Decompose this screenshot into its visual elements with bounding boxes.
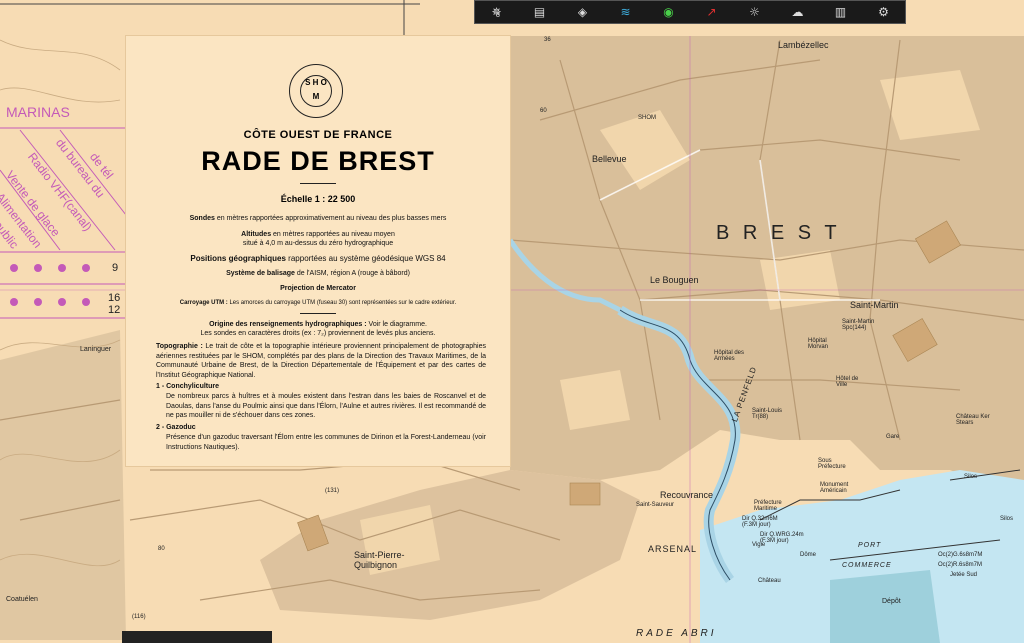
place-label: Saint-Pierre-Quilbignon bbox=[354, 550, 405, 570]
place-label: Lambézellec bbox=[778, 40, 829, 50]
place-label: Dôme bbox=[800, 552, 817, 558]
note2-title: 2 - Gazoduc bbox=[156, 424, 196, 431]
place-label: Monument Américain bbox=[820, 482, 849, 494]
place-label: Coatuélen bbox=[6, 596, 38, 603]
settings-icon[interactable]: ⚙ bbox=[869, 3, 899, 21]
note1-title: 1 - Conchyliculture bbox=[156, 383, 220, 390]
altitude-label: (116) bbox=[132, 614, 146, 620]
light-label: Oc(2)G.6s8m7M bbox=[938, 552, 983, 558]
altitude-label: 60 bbox=[540, 108, 547, 114]
altitude-label: 36 bbox=[544, 37, 551, 43]
divider bbox=[300, 313, 336, 314]
chart-title: RADE DE BREST bbox=[201, 146, 435, 176]
place-label: Silos bbox=[964, 474, 978, 480]
chart-title-cartouche: S H O M CÔTE OUEST DE FRANCE RADE DE BRE… bbox=[126, 36, 510, 466]
place-label: Saint-Martin Spc(144) bbox=[842, 319, 875, 331]
place-label: Sous Préfecture bbox=[818, 458, 846, 470]
place-label: Saint-Louis Tr(88) bbox=[752, 408, 783, 420]
buoyage-note: Système de balisage de l'AISM, région A … bbox=[226, 270, 410, 277]
place-label: SHOM bbox=[638, 115, 656, 121]
weather-cloud-icon[interactable]: ☁ bbox=[783, 3, 813, 21]
bottom-bar bbox=[122, 631, 272, 643]
origin-note: Origine des renseignements hydrographiqu… bbox=[209, 321, 427, 328]
divider bbox=[300, 183, 336, 184]
utm-note: Carroyage UTM : Les amorces du carroyage… bbox=[179, 300, 457, 306]
tide-icon[interactable]: ≋ bbox=[611, 3, 641, 21]
route-icon[interactable]: ▤ bbox=[525, 3, 555, 21]
place-label: Préfecture Maritime bbox=[754, 500, 782, 512]
place-label: Hôpital Morvan bbox=[808, 338, 829, 350]
weather-sun-icon[interactable]: ☼ bbox=[740, 3, 770, 21]
compass-badge: 3 bbox=[496, 12, 500, 19]
marinas-heading: MARINAS bbox=[6, 104, 70, 120]
chart-toolbar: ✵ ▤ ◈ ≋ ◉ ↗ ☼ ☁ ▥ ⚙ bbox=[474, 0, 906, 24]
place-label: Bellevue bbox=[592, 154, 627, 164]
place-label: Hôtel de Ville bbox=[836, 376, 859, 388]
light-label: Dir Q.32m6M (F.3M jour) bbox=[742, 516, 778, 528]
place-label: Château Ker Stears bbox=[956, 414, 990, 426]
book-icon[interactable]: ▥ bbox=[826, 3, 856, 21]
note2-text: Présence d'un gazoduc traversant l'Élorn… bbox=[166, 434, 486, 451]
shom-seal: S H O M bbox=[289, 64, 343, 118]
shom-seal-letters: S H O M bbox=[300, 75, 332, 107]
place-label: Dépôt bbox=[882, 598, 901, 605]
origin-note-2: Les sondes en caractères droits (ex : 7₂… bbox=[200, 330, 436, 337]
port-label: COMMERCE bbox=[842, 562, 892, 569]
altitude-label: 80 bbox=[158, 546, 165, 552]
sea-label: RADE ABRI bbox=[636, 628, 717, 639]
soundings-note: Sondes en mètres rapportées approximativ… bbox=[189, 215, 447, 222]
light-label: Oc(2)R.6s8m7M bbox=[938, 562, 983, 568]
note1-text: De nombreux parcs à huîtres et à moules … bbox=[166, 393, 486, 419]
place-label: Le Bouguen bbox=[650, 275, 699, 285]
gps-icon[interactable]: ◉ bbox=[654, 3, 684, 21]
place-label: Vigie bbox=[752, 542, 766, 548]
chart-scale: Échelle 1 : 22 500 bbox=[280, 194, 356, 204]
projection-note: Projection de Mercator bbox=[280, 285, 356, 292]
table-value: 9 bbox=[112, 262, 119, 274]
place-label: Jetée Sud bbox=[950, 572, 978, 578]
positions-note: Positions géographiques rapportées au sy… bbox=[190, 254, 446, 263]
place-label: Gare bbox=[886, 434, 900, 440]
altitudes-note: Altitudes en mètres rapportées au niveau… bbox=[241, 231, 395, 238]
topography-note: Topographie : Le trait de côte et la top… bbox=[156, 343, 486, 379]
layers-icon[interactable]: ◈ bbox=[568, 3, 598, 21]
chart-region: CÔTE OUEST DE FRANCE bbox=[243, 129, 393, 141]
place-label: Saint-Martin bbox=[850, 300, 899, 310]
table-value: 16 bbox=[108, 292, 121, 304]
current-icon[interactable]: ↗ bbox=[697, 3, 727, 21]
place-label: Saint-Sauveur bbox=[636, 502, 675, 508]
place-label: ARSENAL bbox=[648, 544, 698, 554]
altitude-label: (131) bbox=[325, 488, 340, 494]
place-label: Silos bbox=[1000, 516, 1014, 522]
table-value: 12 bbox=[108, 304, 121, 316]
place-label: Recouvrance bbox=[660, 490, 714, 500]
city-label: B R E S T bbox=[716, 222, 841, 244]
place-label: Hôpital des Armées bbox=[714, 350, 745, 362]
port-label: PORT bbox=[858, 542, 882, 549]
altitudes-note-2: situé à 4,0 m au-dessus du zéro hydrogra… bbox=[242, 240, 394, 247]
place-label: Laninguer bbox=[80, 346, 112, 353]
light-label: Dir Q.WRG.24m (F.3M jour) bbox=[760, 532, 804, 544]
place-label: Château bbox=[758, 578, 781, 584]
